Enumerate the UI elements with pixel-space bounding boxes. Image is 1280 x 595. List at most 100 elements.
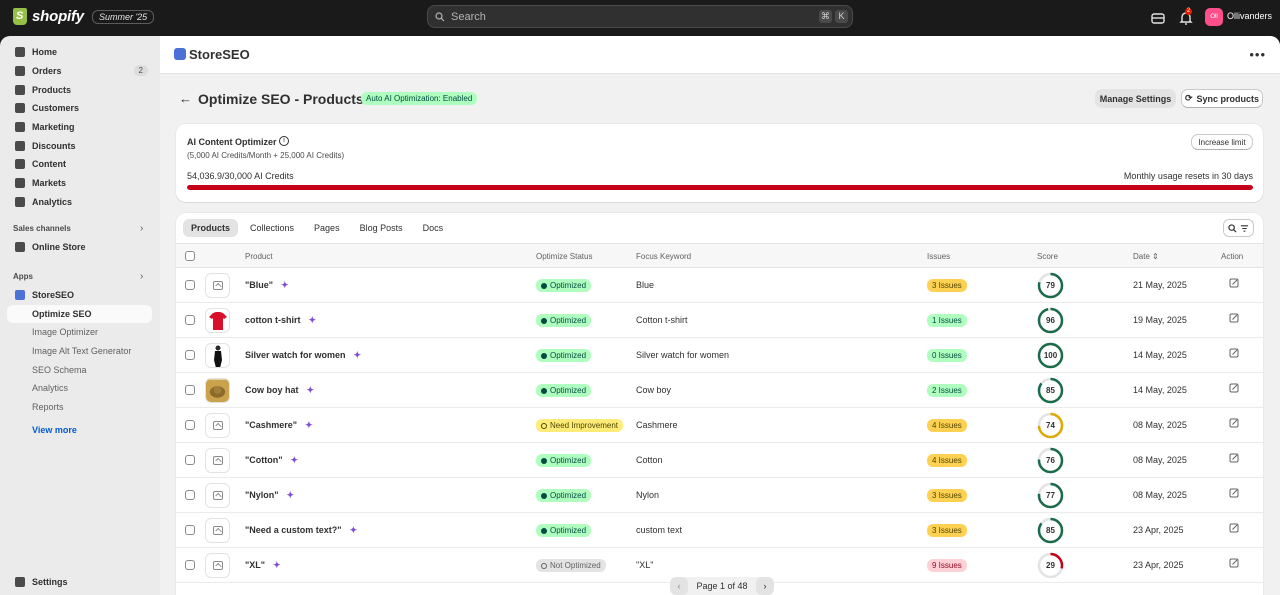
store-icon[interactable] bbox=[1150, 10, 1166, 26]
issues-badge[interactable]: 3 Issues bbox=[927, 279, 967, 292]
sidebar-item-app-analytics[interactable]: Analytics bbox=[7, 379, 152, 397]
sidebar-item-customers[interactable]: Customers bbox=[7, 99, 152, 117]
sync-products-button[interactable]: ⟳ Sync products bbox=[1181, 89, 1263, 108]
sidebar-item-optimize-seo[interactable]: Optimize SEO bbox=[7, 305, 152, 323]
sidebar-item-discounts[interactable]: Discounts bbox=[7, 137, 152, 155]
edit-icon[interactable] bbox=[1229, 488, 1239, 498]
edit-icon[interactable] bbox=[1229, 558, 1239, 568]
score-value: 74 bbox=[1046, 421, 1055, 430]
increase-limit-button[interactable]: Increase limit bbox=[1191, 134, 1253, 150]
issues-badge[interactable]: 1 Issues bbox=[927, 314, 967, 327]
sidebar-item-content[interactable]: Content bbox=[7, 155, 152, 173]
store-avatar[interactable]: Oll bbox=[1205, 8, 1223, 26]
ai-sparkle-icon[interactable]: ✦ bbox=[309, 315, 317, 325]
table-row[interactable]: "Need a custom text?" ✦ Optimized custom te… bbox=[176, 513, 1263, 548]
chevron-right-icon[interactable]: › bbox=[140, 223, 143, 234]
more-actions-icon[interactable]: ••• bbox=[1249, 47, 1266, 62]
tab-blog-posts[interactable]: Blog Posts bbox=[352, 219, 411, 237]
sidebar-item-marketing[interactable]: Marketing bbox=[7, 118, 152, 136]
edit-icon[interactable] bbox=[1229, 418, 1239, 428]
shopify-logo[interactable]: shopify Summer '25 bbox=[13, 8, 155, 25]
row-checkbox[interactable] bbox=[185, 525, 195, 535]
ai-sparkle-icon[interactable]: ✦ bbox=[305, 420, 313, 430]
edit-icon[interactable] bbox=[1229, 383, 1239, 393]
product-name[interactable]: Silver watch for women ✦ bbox=[245, 350, 361, 361]
table-row[interactable]: cotton t-shirt ✦ Optimized Cotton t-shirt 1 … bbox=[176, 303, 1263, 338]
sidebar-item-image-optimizer[interactable]: Image Optimizer bbox=[7, 323, 152, 341]
edit-icon[interactable] bbox=[1229, 278, 1239, 288]
view-more-link[interactable]: View more bbox=[32, 425, 77, 435]
issues-badge[interactable]: 3 Issues bbox=[927, 524, 967, 537]
edit-icon[interactable] bbox=[1229, 453, 1239, 463]
product-name[interactable]: "Nylon" ✦ bbox=[245, 490, 294, 501]
sidebar-item-markets[interactable]: Markets bbox=[7, 174, 152, 192]
table-row[interactable]: "Cotton" ✦ Optimized Cotton 4 Issues 76 08 May… bbox=[176, 443, 1263, 478]
back-arrow-icon[interactable]: ← bbox=[179, 91, 192, 106]
tab-docs[interactable]: Docs bbox=[415, 219, 452, 237]
info-icon[interactable]: i bbox=[279, 136, 289, 146]
optimize-status-badge: Optimized bbox=[536, 489, 592, 502]
gear-icon bbox=[15, 577, 25, 587]
product-name[interactable]: "Cotton" ✦ bbox=[245, 455, 298, 466]
sidebar-item-online-store[interactable]: Online Store bbox=[7, 238, 152, 256]
next-page-button[interactable]: › bbox=[755, 577, 774, 595]
row-checkbox[interactable] bbox=[185, 315, 195, 325]
issues-badge[interactable]: 4 Issues bbox=[927, 419, 967, 432]
product-name[interactable]: "Need a custom text?" ✦ bbox=[245, 525, 357, 536]
column-date[interactable]: Date ⇕ bbox=[1133, 252, 1159, 261]
product-name[interactable]: "XL" ✦ bbox=[245, 560, 281, 571]
home-icon bbox=[15, 47, 25, 57]
product-name[interactable]: "Cashmere" ✦ bbox=[245, 420, 313, 431]
issues-badge[interactable]: 3 Issues bbox=[927, 489, 967, 502]
table-row[interactable]: Silver watch for women ✦ Optimized Silver w… bbox=[176, 338, 1263, 373]
product-name[interactable]: "Blue" ✦ bbox=[245, 280, 289, 291]
row-checkbox[interactable] bbox=[185, 490, 195, 500]
product-name[interactable]: Cow boy hat ✦ bbox=[245, 385, 314, 396]
sidebar-item-alt-text-generator[interactable]: Image Alt Text Generator bbox=[7, 342, 152, 360]
tab-collections[interactable]: Collections bbox=[242, 219, 302, 237]
store-name[interactable]: Ollivanders bbox=[1227, 11, 1272, 21]
sidebar-item-settings[interactable]: Settings bbox=[7, 573, 152, 591]
row-checkbox[interactable] bbox=[185, 385, 195, 395]
ai-sparkle-icon[interactable]: ✦ bbox=[287, 490, 295, 500]
ai-sparkle-icon[interactable]: ✦ bbox=[354, 350, 362, 360]
table-row[interactable]: "Blue" ✦ Optimized Blue 3 Issues 79 21 May, 20… bbox=[176, 268, 1263, 303]
select-all-checkbox[interactable] bbox=[185, 251, 195, 261]
product-name[interactable]: cotton t-shirt ✦ bbox=[245, 315, 316, 326]
sidebar-item-storeseo[interactable]: StoreSEO bbox=[7, 286, 152, 304]
sidebar-item-products[interactable]: Products bbox=[7, 81, 152, 99]
table-row[interactable]: "Cashmere" ✦ Need Improvement Cashmere 4 Iss… bbox=[176, 408, 1263, 443]
issues-badge[interactable]: 0 Issues bbox=[927, 349, 967, 362]
edit-icon[interactable] bbox=[1229, 523, 1239, 533]
chevron-right-icon[interactable]: › bbox=[140, 271, 143, 282]
edit-icon[interactable] bbox=[1229, 348, 1239, 358]
sidebar-item-home[interactable]: Home bbox=[7, 43, 152, 61]
ai-sparkle-icon[interactable]: ✦ bbox=[307, 385, 315, 395]
table-row[interactable]: Cow boy hat ✦ Optimized Cow boy 2 Issues 85 14… bbox=[176, 373, 1263, 408]
row-checkbox[interactable] bbox=[185, 455, 195, 465]
issues-badge[interactable]: 4 Issues bbox=[927, 454, 967, 467]
ai-sparkle-icon[interactable]: ✦ bbox=[273, 560, 281, 570]
previous-page-button[interactable]: ‹ bbox=[670, 577, 688, 595]
ai-sparkle-icon[interactable]: ✦ bbox=[281, 280, 289, 290]
tab-products[interactable]: Products bbox=[183, 219, 239, 237]
table-row[interactable]: "Nylon" ✦ Optimized Nylon 3 Issues 77 08 May, … bbox=[176, 478, 1263, 513]
optimize-status-badge: Need Improvement bbox=[536, 419, 624, 432]
sidebar-item-orders[interactable]: Orders 2 bbox=[7, 62, 152, 80]
tab-pages[interactable]: Pages bbox=[306, 219, 348, 237]
row-checkbox[interactable] bbox=[185, 560, 195, 570]
ai-sparkle-icon[interactable]: ✦ bbox=[350, 525, 358, 535]
sidebar-item-reports[interactable]: Reports bbox=[7, 398, 152, 416]
row-checkbox[interactable] bbox=[185, 420, 195, 430]
issues-badge[interactable]: 2 Issues bbox=[927, 384, 967, 397]
ai-sparkle-icon[interactable]: ✦ bbox=[291, 455, 299, 465]
issues-badge[interactable]: 9 Issues bbox=[927, 559, 967, 572]
edit-icon[interactable] bbox=[1229, 313, 1239, 323]
search-filter-button[interactable] bbox=[1223, 219, 1254, 237]
row-checkbox[interactable] bbox=[185, 350, 195, 360]
sidebar-item-analytics[interactable]: Analytics bbox=[7, 193, 152, 211]
manage-settings-button[interactable]: Manage Settings bbox=[1095, 89, 1176, 108]
search-input[interactable]: Search ⌘ K bbox=[427, 5, 853, 28]
sidebar-item-seo-schema[interactable]: SEO Schema bbox=[7, 361, 152, 379]
row-checkbox[interactable] bbox=[185, 280, 195, 290]
